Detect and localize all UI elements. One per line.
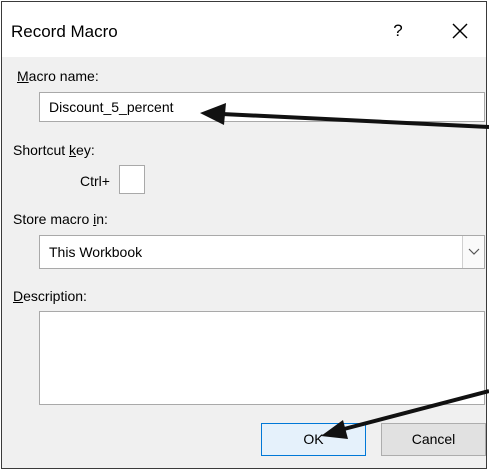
record-macro-dialog: Record Macro ? Macro name: Discount_5_pe… — [1, 1, 487, 469]
store-macro-in-value: This Workbook — [49, 244, 143, 260]
cancel-button[interactable]: Cancel — [381, 423, 486, 456]
chevron-down-icon[interactable] — [462, 236, 484, 268]
shortcut-key-label: Shortcut key: — [13, 142, 95, 158]
store-macro-in-label: Store macro in: — [13, 211, 108, 227]
store-macro-in-select[interactable]: This Workbook — [39, 235, 485, 269]
ok-button[interactable]: OK — [261, 423, 366, 456]
macro-name-label: Macro name: — [17, 68, 99, 84]
title-bar: Record Macro ? — [2, 2, 486, 57]
help-button[interactable]: ? — [387, 20, 409, 42]
description-textarea[interactable] — [39, 311, 485, 405]
macro-name-input[interactable]: Discount_5_percent — [39, 92, 485, 122]
dialog-title: Record Macro — [11, 22, 118, 41]
ctrl-prefix-label: Ctrl+ — [80, 173, 110, 189]
shortcut-key-input[interactable] — [119, 165, 145, 194]
close-icon[interactable] — [447, 18, 473, 44]
description-label: Description: — [13, 288, 87, 304]
